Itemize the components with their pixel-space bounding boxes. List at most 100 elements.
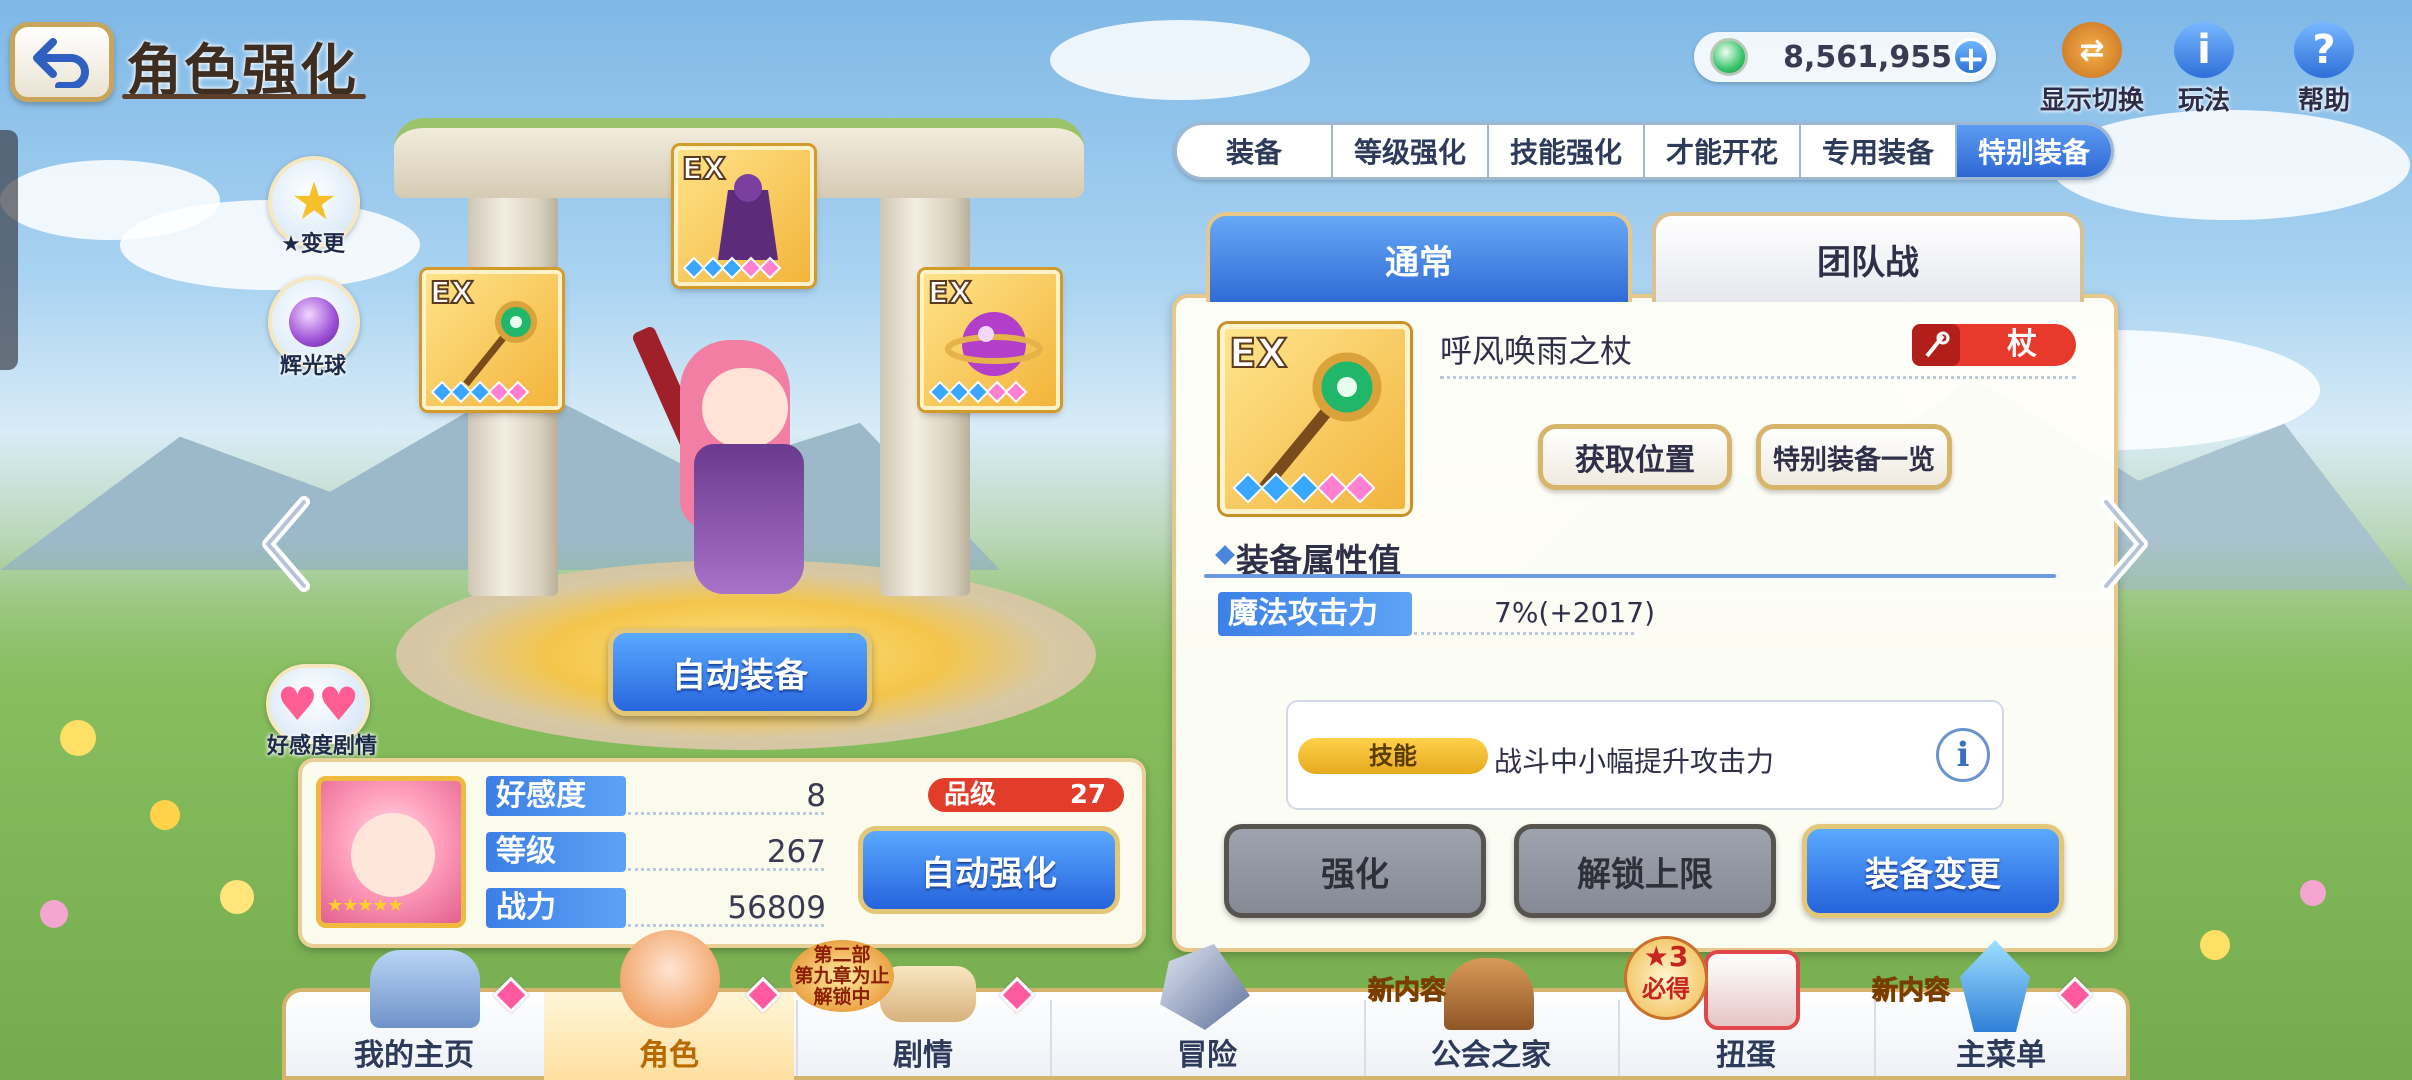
staff-type-icon — [1912, 324, 1960, 366]
affinity-value: 8 — [806, 778, 826, 814]
star-icon: ★ — [290, 172, 338, 232]
nav-gacha-label: 扭蛋 — [1716, 1038, 1776, 1073]
nav-guild-house-label: 公会之家 — [1431, 1038, 1551, 1073]
background-cloud — [1050, 20, 1310, 100]
back-arrow-icon — [33, 38, 89, 88]
scroll-story-icon — [880, 966, 976, 1022]
nav-home-label: 我的主页 — [354, 1038, 474, 1073]
gacha-badge-count: ★3 — [1643, 940, 1689, 973]
glow-orb-label: 辉光球 — [279, 354, 346, 379]
character-nav-icon — [620, 930, 720, 1028]
power-label: 战力 — [486, 888, 626, 928]
character-face — [702, 368, 788, 448]
attribute-divider — [1414, 632, 1634, 635]
power-value: 56809 — [727, 890, 826, 926]
tab-unique-equipment[interactable]: 专用装备 — [1801, 125, 1957, 177]
display-toggle-label: 显示切换 — [2039, 86, 2144, 116]
tab-level-up[interactable]: 等级强化 — [1333, 125, 1489, 177]
flower-decoration — [40, 900, 68, 928]
character-portrait[interactable]: ★★★★★ — [316, 776, 466, 928]
story-badge-line-1: 第二部 — [813, 943, 871, 966]
help-button[interactable]: ? 帮助 — [2274, 22, 2374, 117]
new-content-badge-menu: 新内容 — [1871, 976, 1951, 1007]
skill-description: 战斗中小幅提升攻击力 — [1494, 745, 1775, 778]
stat-divider — [628, 812, 824, 815]
nav-adventure-label: 冒险 — [1177, 1038, 1237, 1073]
enhance-button[interactable]: 强化 — [1224, 824, 1486, 918]
equipment-icon[interactable]: EX — [1220, 324, 1410, 514]
equipment-type: 杖 — [2007, 327, 2037, 362]
level-value: 267 — [766, 834, 826, 870]
grade-label: 品级 — [944, 780, 997, 810]
currency-value: 8,561,955 — [1783, 40, 1952, 75]
tab-skill-up[interactable]: 技能强化 — [1489, 125, 1645, 177]
flower-decoration — [60, 720, 96, 756]
portrait-face — [351, 813, 435, 897]
star-change-label: ★变更 — [281, 232, 345, 257]
ex-tag: EX — [429, 275, 475, 312]
info-icon: i — [2174, 22, 2234, 78]
add-currency-icon[interactable]: + — [1952, 38, 1990, 77]
display-toggle-icon: ⇄ — [2062, 22, 2122, 78]
ex-tag: EX — [681, 151, 727, 188]
next-character-arrow-icon[interactable] — [2094, 494, 2154, 594]
gacha-badge-text: 必得 — [1642, 975, 1690, 1003]
story-unlock-badge: 第二部 第九章为止 解锁中 — [790, 940, 894, 1012]
how-to-play-label: 玩法 — [2177, 86, 2230, 116]
rarity-gems — [928, 380, 1028, 404]
tab-special-equipment[interactable]: 特别装备 — [1957, 125, 2111, 177]
equipment-name: 呼风唤雨之杖 — [1440, 332, 1633, 370]
enhance-tab-bar: 装备 等级强化 技能强化 才能开花 专用装备 特别装备 — [1174, 122, 2114, 180]
affinity-story-label: 好感度剧情 — [266, 734, 377, 759]
glow-orb-icon — [289, 297, 339, 347]
story-badge-line-3: 解锁中 — [813, 985, 871, 1008]
nav-story-label: 剧情 — [893, 1038, 953, 1073]
unlock-limit-button[interactable]: 解锁上限 — [1514, 824, 1776, 918]
display-toggle-button[interactable]: ⇄ 显示切换 — [2032, 22, 2152, 117]
previous-character-arrow-icon[interactable] — [256, 494, 316, 594]
flower-decoration — [2300, 880, 2326, 906]
side-handle[interactable] — [0, 130, 18, 370]
help-label: 帮助 — [2297, 86, 2350, 116]
subtab-clan-battle[interactable]: 团队战 — [1652, 212, 2084, 302]
auto-equip-button[interactable]: 自动装备 — [608, 628, 872, 716]
nav-main-menu-label: 主菜单 — [1956, 1038, 2046, 1073]
flower-decoration — [150, 800, 180, 830]
attribute-label: 魔法攻击力 — [1218, 592, 1412, 636]
tab-equipment[interactable]: 装备 — [1177, 125, 1333, 177]
how-to-play-button[interactable]: i 玩法 — [2154, 22, 2254, 117]
ex-slot-staff[interactable]: EX — [422, 270, 562, 410]
portrait-stars: ★★★★★ — [327, 895, 404, 916]
skill-tag: 技能 — [1298, 738, 1488, 774]
affinity-label: 好感度 — [486, 776, 626, 816]
guild-door-icon — [1444, 958, 1534, 1030]
ex-slot-armor[interactable]: EX — [674, 146, 814, 286]
name-divider — [1440, 376, 2076, 379]
stat-divider — [628, 868, 824, 871]
attribute-value: 7%(+2017) — [1494, 596, 1655, 629]
grade-value: 27 — [1069, 780, 1106, 810]
special-equipment-list-button[interactable]: 特别装备一览 — [1756, 424, 1952, 490]
auto-enhance-button[interactable]: 自动强化 — [858, 826, 1120, 914]
rarity-gems — [430, 380, 530, 404]
change-equipment-button[interactable]: 装备变更 — [1802, 824, 2064, 918]
heart-icon: ♥♥ — [276, 677, 360, 731]
section-underline — [1204, 574, 2056, 578]
story-badge-line-2: 第九章为止 — [794, 964, 890, 987]
ex-slot-orb[interactable]: EX — [920, 270, 1060, 410]
gacha-machine-icon — [1704, 950, 1800, 1030]
grade-badge: 品级 27 — [928, 778, 1124, 812]
get-location-button[interactable]: 获取位置 — [1538, 424, 1732, 490]
flower-decoration — [2200, 930, 2230, 960]
ex-tag: EX — [927, 275, 973, 312]
back-button[interactable] — [10, 22, 114, 102]
title-underline — [122, 94, 366, 99]
skill-info-icon[interactable]: i — [1936, 728, 1990, 782]
tab-talent-bloom[interactable]: 才能开花 — [1645, 125, 1801, 177]
gacha-guarantee-badge: ★3 必得 — [1624, 936, 1708, 1020]
subtab-normal[interactable]: 通常 — [1206, 212, 1632, 302]
new-content-badge-guild: 新内容 — [1367, 976, 1447, 1007]
level-label: 等级 — [486, 832, 626, 872]
character-sprite[interactable] — [631, 320, 860, 610]
help-question-icon: ? — [2294, 22, 2354, 78]
